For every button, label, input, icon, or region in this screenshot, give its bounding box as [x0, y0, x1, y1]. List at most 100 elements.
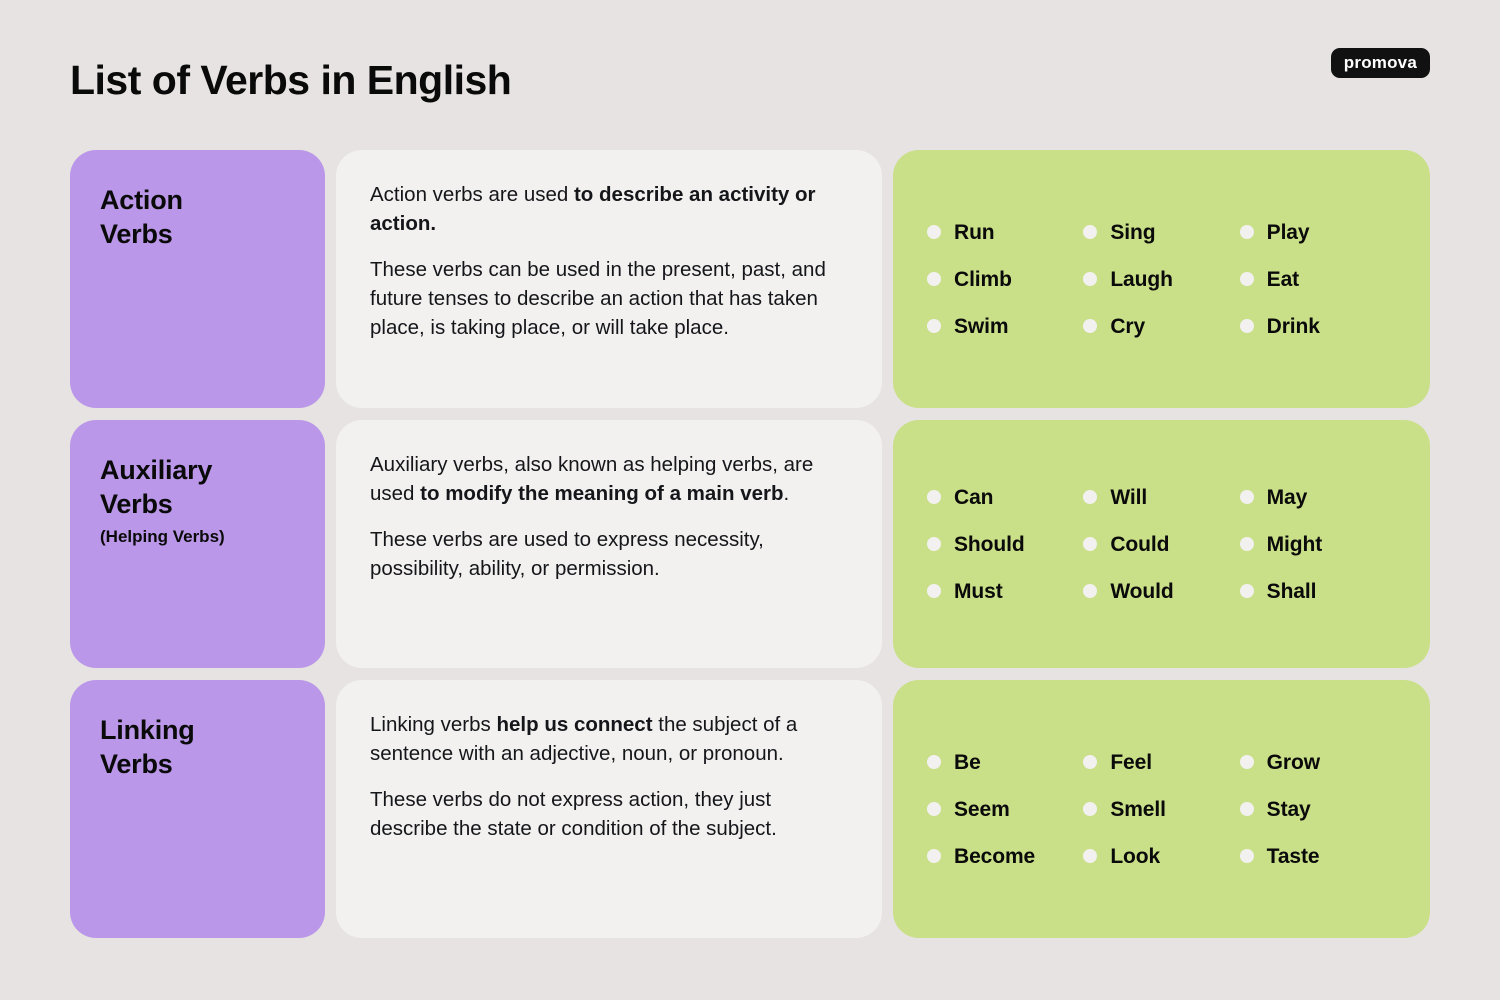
category-card-auxiliary-verbs: Auxiliary Verbs (Helping Verbs): [70, 420, 325, 668]
description-paragraph: Auxiliary verbs, also known as helping v…: [370, 450, 846, 508]
category-title: Auxiliary Verbs: [100, 455, 213, 520]
verb-item: Might: [1239, 532, 1396, 556]
bullet-icon: [1083, 537, 1098, 551]
bullet-icon: [1083, 584, 1098, 598]
bullet-icon: [927, 490, 941, 504]
header: List of Verbs in English promova: [0, 0, 1500, 150]
verb-label: May: [1266, 485, 1308, 509]
verb-label: Be: [954, 750, 981, 774]
verb-category-row: Action Verbs Action verbs are used to de…: [70, 150, 1430, 408]
bullet-icon: [1083, 490, 1098, 504]
verbs-card-auxiliary-verbs: Can Will May Should Could Might Must Wou…: [893, 420, 1430, 668]
verb-label: Swim: [954, 314, 1009, 338]
verb-label: Could: [1110, 532, 1170, 556]
bullet-icon: [927, 849, 941, 863]
bullet-icon: [1239, 584, 1254, 598]
verb-label: Laugh: [1110, 267, 1173, 291]
verb-label: Can: [954, 485, 994, 509]
bullet-icon: [1239, 490, 1254, 504]
category-card-linking-verbs: Linking Verbs: [70, 680, 325, 938]
paragraph-lead: Action verbs are used: [370, 183, 574, 206]
verb-item: May: [1239, 485, 1396, 509]
verb-label: Drink: [1266, 314, 1320, 338]
bullet-icon: [927, 584, 941, 598]
verb-item: Can: [927, 487, 1083, 508]
verb-label: Would: [1110, 579, 1174, 603]
verb-label: Seem: [954, 797, 1010, 821]
verb-item: Look: [1083, 846, 1239, 867]
bullet-icon: [1239, 319, 1254, 333]
description-card-action-verbs: Action verbs are used to describe an act…: [336, 150, 882, 408]
verb-item: Play: [1239, 220, 1396, 244]
verb-label: Taste: [1266, 844, 1320, 868]
description-card-auxiliary-verbs: Auxiliary verbs, also known as helping v…: [336, 420, 882, 668]
verb-label: Should: [954, 532, 1025, 556]
promova-logo: promova: [1330, 48, 1430, 78]
bullet-icon: [927, 319, 941, 333]
verb-label: Look: [1110, 844, 1161, 868]
verb-label: Smell: [1110, 797, 1166, 821]
paragraph-lead: These verbs are used to express necessit…: [370, 528, 764, 581]
description-paragraph: Linking verbs help us connect the subjec…: [370, 710, 846, 768]
bullet-icon: [1083, 319, 1098, 333]
bullet-icon: [927, 225, 941, 239]
verb-label: Stay: [1266, 797, 1311, 821]
verb-item: Be: [927, 752, 1083, 773]
verb-item: Will: [1083, 487, 1239, 508]
verb-label: Might: [1266, 532, 1323, 556]
description-card-linking-verbs: Linking verbs help us connect the subjec…: [336, 680, 882, 938]
verb-item: Seem: [927, 799, 1083, 820]
verb-label: Climb: [954, 267, 1012, 291]
paragraph-lead: These verbs can be used in the present, …: [370, 258, 826, 340]
verb-item: Shall: [1239, 579, 1396, 603]
verb-item: Become: [927, 846, 1083, 867]
verb-category-row: Auxiliary Verbs (Helping Verbs) Auxiliar…: [70, 420, 1430, 668]
verbs-grid: Be Feel Grow Seem Smell Stay Become Look…: [927, 752, 1396, 867]
bullet-icon: [1083, 225, 1098, 239]
description-paragraph: These verbs can be used in the present, …: [370, 255, 846, 342]
verb-item: Taste: [1239, 844, 1396, 868]
verb-label: Grow: [1266, 750, 1320, 774]
verb-item: Feel: [1083, 752, 1239, 773]
bullet-icon: [1083, 755, 1098, 769]
infographic-page: List of Verbs in English promova Action …: [0, 0, 1500, 1000]
verb-label: Feel: [1110, 750, 1152, 774]
paragraph-tail: .: [783, 482, 790, 506]
verb-label: Become: [954, 844, 1036, 868]
bullet-icon: [927, 802, 941, 816]
verb-label: Run: [954, 220, 995, 244]
paragraph-lead: Linking verbs: [370, 713, 497, 736]
category-title: Action Verbs: [100, 185, 183, 250]
description-paragraph: Action verbs are used to describe an act…: [370, 180, 846, 238]
verb-item: Climb: [927, 269, 1083, 290]
bullet-icon: [1083, 849, 1098, 863]
verb-label: Play: [1266, 220, 1310, 244]
verb-label: Cry: [1110, 314, 1146, 338]
verb-item: Drink: [1239, 314, 1396, 338]
bullet-icon: [1239, 802, 1254, 816]
bullet-icon: [1239, 225, 1254, 239]
verb-item: Cry: [1083, 316, 1239, 337]
bullet-icon: [1239, 272, 1254, 286]
description-paragraph: These verbs are used to express necessit…: [370, 525, 846, 583]
verb-label: Will: [1110, 485, 1148, 509]
category-subtitle: (Helping Verbs): [100, 527, 225, 547]
verb-item: Run: [927, 222, 1083, 243]
verbs-card-linking-verbs: Be Feel Grow Seem Smell Stay Become Look…: [893, 680, 1430, 938]
bullet-icon: [1239, 537, 1254, 551]
verb-label: Sing: [1110, 220, 1156, 244]
verb-item: Stay: [1239, 797, 1396, 821]
verb-item: Swim: [927, 316, 1083, 337]
verbs-grid: Can Will May Should Could Might Must Wou…: [927, 487, 1396, 602]
verb-item: Eat: [1239, 269, 1396, 290]
verb-item: Laugh: [1083, 269, 1239, 290]
paragraph-bold: to modify the meaning of a main verb: [420, 482, 784, 506]
bullet-icon: [1083, 272, 1098, 286]
verb-label: Shall: [1266, 579, 1317, 603]
verb-item: Must: [927, 581, 1083, 602]
verb-item: Could: [1083, 534, 1239, 555]
verbs-grid: Run Sing Play Climb Laugh Eat Swim Cry D…: [927, 222, 1396, 337]
description-paragraph: These verbs do not express action, they …: [370, 785, 846, 843]
bullet-icon: [1239, 755, 1254, 769]
bullet-icon: [927, 272, 941, 286]
